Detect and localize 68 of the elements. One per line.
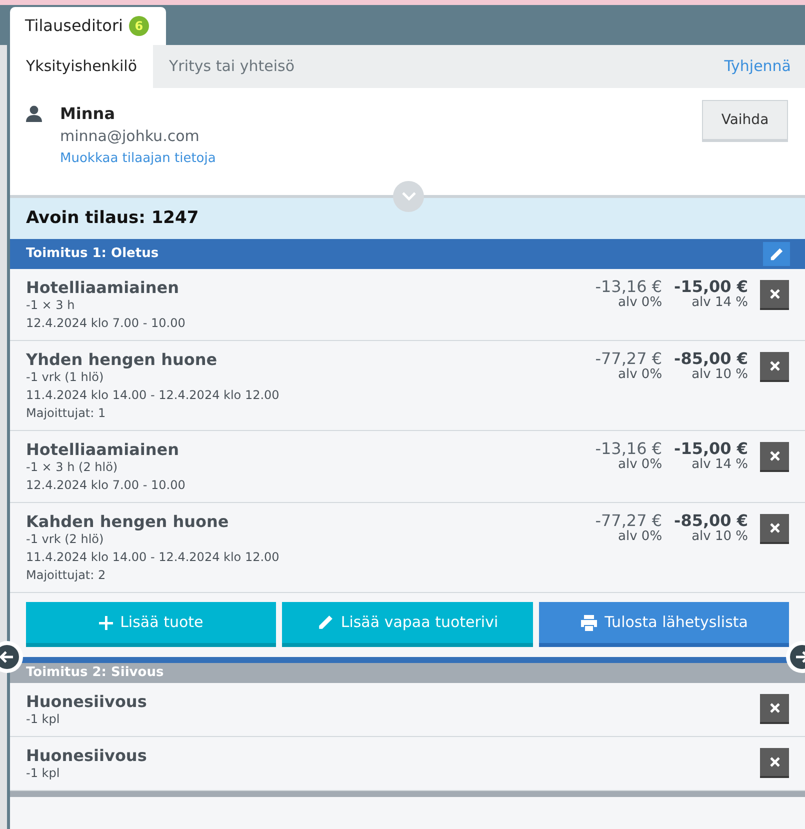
product-name: Hotelliaamiainen: [26, 278, 180, 298]
edit-customer-link[interactable]: Muokkaa tilaajan tietoja: [60, 148, 702, 170]
vat-label: alv 14 %: [692, 296, 748, 310]
product-detail: Majoittujat: 2: [26, 568, 107, 583]
vat-label: alv 0%: [618, 296, 662, 310]
close-icon: [770, 361, 780, 371]
product-detail: -1 vrk (2 hlö): [26, 532, 105, 547]
order-title: Avoin tilaus: 1247: [26, 206, 199, 230]
pencil-icon: [769, 246, 784, 262]
person-icon: [26, 105, 42, 122]
remove-button[interactable]: [760, 514, 789, 544]
remove-button[interactable]: [760, 442, 789, 472]
product-detail: -1 vrk (1 hlö): [26, 370, 105, 385]
net-price: -13,16 €: [595, 440, 662, 458]
change-button[interactable]: Vaihda: [702, 100, 788, 142]
net-price: -13,16 €: [595, 278, 662, 296]
gross-price: -15,00 €: [674, 440, 748, 458]
close-icon: [770, 451, 780, 461]
printer-icon: [580, 614, 598, 630]
product-name: Yhden hengen huone: [26, 350, 218, 370]
product-detail: 11.4.2024 klo 14.00 - 12.4.2024 klo 12.00: [26, 550, 280, 565]
delivery-title: Toimitus 1: Oletus: [26, 245, 160, 264]
gross-price: -85,00 €: [674, 512, 748, 530]
vat-label: alv 10 %: [692, 368, 748, 382]
vat-label: alv 0%: [618, 530, 662, 544]
action-button[interactable]: Lisää vapaa tuoterivi: [282, 602, 533, 647]
customer-name: Minna: [60, 104, 116, 124]
vat-label: alv 0%: [618, 458, 662, 472]
close-icon: [770, 703, 780, 713]
close-icon: [770, 757, 780, 767]
vat-label: alv 10 %: [692, 530, 748, 544]
product-detail: -1 × 3 h: [26, 298, 76, 313]
pencil-icon: [316, 614, 334, 631]
vat-label: alv 14 %: [692, 458, 748, 472]
net-price: -77,27 €: [595, 350, 662, 368]
gross-price: -85,00 €: [674, 350, 748, 368]
product-detail: 12.4.2024 klo 7.00 - 10.00: [26, 316, 186, 331]
remove-button[interactable]: [760, 352, 789, 382]
remove-button[interactable]: [760, 748, 789, 778]
arrow-left-icon: [0, 645, 19, 669]
action-button[interactable]: Tulosta lähetyslista: [538, 602, 789, 647]
net-price: -77,27 €: [595, 512, 662, 530]
close-icon: [770, 523, 780, 533]
plus-icon: [99, 616, 114, 630]
product-detail: Majoittujat: 1: [26, 406, 107, 421]
customer-email: minna@johku.com: [60, 126, 200, 147]
gross-price: -15,00 €: [674, 278, 748, 296]
product-detail: 11.4.2024 klo 14.00 - 12.4.2024 klo 12.00: [26, 388, 280, 403]
remove-button[interactable]: [760, 280, 789, 310]
vat-label: alv 0%: [618, 368, 662, 382]
product-name: Huonesiivous: [26, 746, 148, 766]
edit-delivery-button[interactable]: [763, 242, 790, 266]
product-name: Hotelliaamiainen: [26, 440, 180, 460]
product-detail: -1 kpl: [26, 766, 61, 781]
count-badge: 6: [128, 16, 149, 36]
action-button[interactable]: Lisää tuote: [26, 602, 276, 647]
delivery-title: Toimitus 2: Siivous: [26, 664, 165, 682]
product-name: Kahden hengen huone: [26, 512, 230, 532]
product-name: Huonesiivous: [26, 692, 148, 712]
chevron-down-icon: [402, 192, 416, 201]
close-icon: [770, 289, 780, 299]
remove-button[interactable]: [760, 694, 789, 724]
product-detail: -1 kpl: [26, 712, 61, 727]
customer-type-tab[interactable]: Yksityishenkilö: [10, 45, 154, 88]
product-detail: -1 × 3 h (2 hlö): [26, 460, 119, 475]
editor-tab[interactable]: Tilauseditori 6: [10, 7, 166, 45]
clear-link[interactable]: Tyhjennä: [710, 45, 805, 88]
product-detail: 12.4.2024 klo 7.00 - 10.00: [26, 478, 186, 493]
